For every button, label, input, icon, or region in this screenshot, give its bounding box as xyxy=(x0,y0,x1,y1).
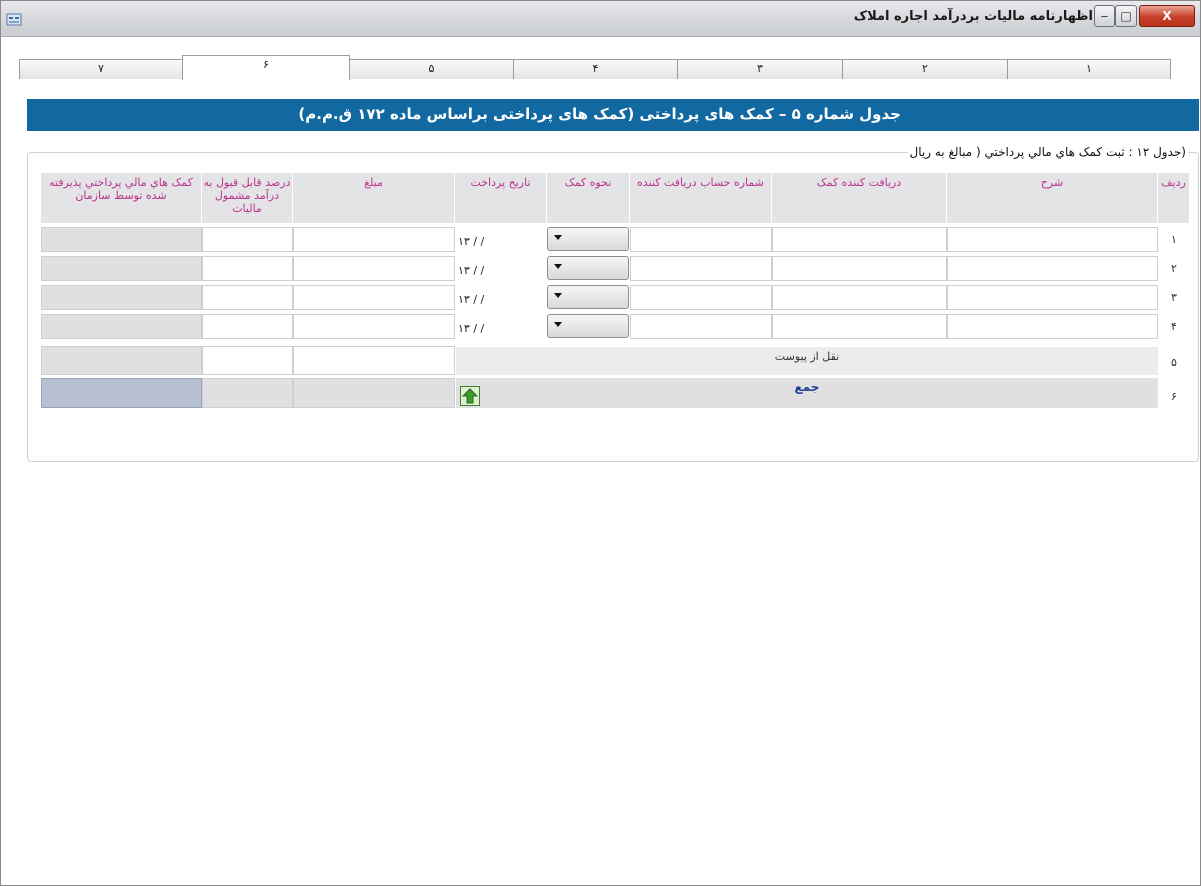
dropdown-arrow-icon xyxy=(554,264,562,269)
col-row-number: ردیف xyxy=(1158,173,1190,223)
accepted-aid-readonly xyxy=(41,314,202,339)
description-input[interactable] xyxy=(947,256,1158,281)
accepted-aid-readonly xyxy=(41,256,202,281)
tab-strip: ۷ ۶ ۵ ۴ ۳ ۲ ۱ xyxy=(19,55,1171,80)
app-icon xyxy=(6,13,22,26)
tab-4[interactable]: ۴ xyxy=(513,59,678,79)
minimize-button[interactable]: ‒ xyxy=(1094,5,1115,27)
description-input[interactable] xyxy=(947,314,1158,339)
total-percent-readonly xyxy=(202,378,293,408)
maximize-button[interactable]: □ xyxy=(1115,5,1137,27)
amount-input[interactable] xyxy=(293,256,455,281)
accepted-aid-readonly xyxy=(41,346,202,375)
description-input[interactable] xyxy=(947,227,1158,252)
tab-6[interactable]: ۶ xyxy=(182,55,350,80)
row-number: ۱ xyxy=(1171,233,1177,246)
up-arrow-icon xyxy=(461,388,479,404)
section-header-band: جدول شماره ۵ – کمک های پرداختی (کمک های … xyxy=(27,99,1199,131)
percent-input[interactable] xyxy=(202,314,293,339)
col-accepted-percent: درصد قابل قبول به درآمد مشمول مالیات xyxy=(202,173,293,223)
scroll-up-button[interactable] xyxy=(460,386,480,406)
total-accepted-readonly xyxy=(41,378,202,408)
tab-5[interactable]: ۵ xyxy=(349,59,514,79)
window-title: اظهارنامه مالیات بردرآمد اجاره املاک xyxy=(853,9,1093,24)
account-number-input[interactable] xyxy=(630,227,772,252)
payment-date-input[interactable]: ۱۳ / / xyxy=(456,287,546,312)
aid-type-dropdown[interactable] xyxy=(547,285,629,309)
close-button[interactable]: X xyxy=(1139,5,1195,27)
application-window: اظهارنامه مالیات بردرآمد اجاره املاک ‒ □… xyxy=(0,0,1201,886)
tab-2[interactable]: ۲ xyxy=(842,59,1008,79)
dropdown-arrow-icon xyxy=(554,322,562,327)
row-number: ۶ xyxy=(1171,390,1177,403)
payment-date-input[interactable]: ۱۳ / / xyxy=(456,258,546,283)
description-input[interactable] xyxy=(947,285,1158,310)
amount-input[interactable] xyxy=(293,314,455,339)
aid-type-dropdown[interactable] xyxy=(547,314,629,338)
percent-input[interactable] xyxy=(202,256,293,281)
row-number: ۳ xyxy=(1171,291,1177,304)
dropdown-arrow-icon xyxy=(554,293,562,298)
attachment-carryover-label: نقل از پیوست xyxy=(456,347,1158,375)
aid-type-dropdown[interactable] xyxy=(547,256,629,280)
percent-input[interactable] xyxy=(202,227,293,252)
recipient-input[interactable] xyxy=(772,227,947,252)
col-amount: مبلغ xyxy=(293,173,455,223)
total-label: جمع xyxy=(456,378,1158,408)
accepted-aid-readonly xyxy=(41,285,202,310)
row-number: ۵ xyxy=(1171,356,1177,369)
title-bar: اظهارنامه مالیات بردرآمد اجاره املاک ‒ □… xyxy=(1,1,1200,37)
total-amount-readonly xyxy=(293,378,455,408)
col-recipient: دریافت کننده کمک xyxy=(772,173,947,223)
tab-7[interactable]: ۷ xyxy=(19,59,183,79)
row-number: ۲ xyxy=(1171,262,1177,275)
section-title: جدول شماره ۵ – کمک های پرداختی (کمک های … xyxy=(298,105,901,123)
dropdown-arrow-icon xyxy=(554,235,562,240)
amount-input[interactable] xyxy=(293,227,455,252)
aid-type-dropdown[interactable] xyxy=(547,227,629,251)
account-number-input[interactable] xyxy=(630,285,772,310)
percent-input[interactable] xyxy=(202,285,293,310)
row-number: ۴ xyxy=(1171,320,1177,333)
tab-3[interactable]: ۳ xyxy=(677,59,843,79)
payment-date-input[interactable]: ۱۳ / / xyxy=(456,316,546,341)
col-description: شرح xyxy=(947,173,1158,223)
table-caption: (جدول ۱۲ : ثبت کمک هاي مالي پرداختي ( مب… xyxy=(907,145,1188,159)
col-accepted-aid: کمک هاي مالي پرداختي پذیرفته شده توسط سا… xyxy=(41,173,202,223)
account-number-input[interactable] xyxy=(630,256,772,281)
percent-input[interactable] xyxy=(202,346,293,375)
col-aid-type: نحوه کمک xyxy=(547,173,630,223)
recipient-input[interactable] xyxy=(772,256,947,281)
col-account-number: شماره حساب دریافت کننده xyxy=(630,173,772,223)
account-number-input[interactable] xyxy=(630,314,772,339)
tab-1[interactable]: ۱ xyxy=(1007,59,1171,79)
recipient-input[interactable] xyxy=(772,285,947,310)
amount-input[interactable] xyxy=(293,285,455,310)
recipient-input[interactable] xyxy=(772,314,947,339)
col-payment-date: تاریخ پرداخت xyxy=(455,173,547,223)
payment-date-input[interactable]: ۱۳ / / xyxy=(456,229,546,254)
amount-input[interactable] xyxy=(293,346,455,375)
accepted-aid-readonly xyxy=(41,227,202,252)
